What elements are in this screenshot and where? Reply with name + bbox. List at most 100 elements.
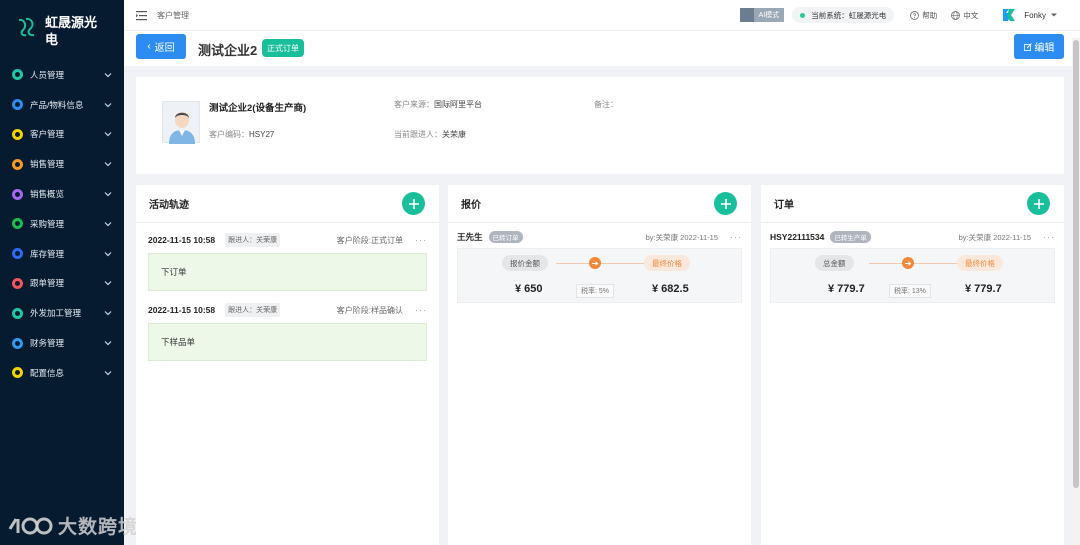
- quote-final-value: ¥ 682.5: [652, 283, 689, 295]
- caret-down-icon: [1051, 13, 1057, 17]
- order-item[interactable]: HSY22111534 已转生产单 by:关荣康 2022-11-15 ··· …: [770, 230, 1055, 303]
- menu-dot-icon: [12, 99, 23, 111]
- plus-icon: [1033, 198, 1044, 209]
- status-badge: 正式订单: [262, 39, 304, 57]
- add-order-button[interactable]: [1027, 192, 1050, 215]
- activity-stage: 客户阶段:样品确认: [336, 305, 403, 315]
- sidebar-item[interactable]: 产品/物料信息: [0, 90, 124, 120]
- quote-item[interactable]: 王先生 已转订单 by:关荣康 2022-11-15 ··· 报价金额 最终价格…: [457, 230, 742, 303]
- sidebar-item-label: 跟单管理: [30, 278, 65, 289]
- ai-mode-toggle[interactable]: AI模式: [739, 8, 785, 22]
- menu-dot-icon: [12, 307, 23, 319]
- language-label: 中文: [963, 10, 979, 20]
- quote-tax-rate: 税率: 5%: [576, 284, 615, 298]
- quote-final-label: 最终价格: [644, 255, 690, 271]
- more-icon[interactable]: ···: [415, 305, 427, 315]
- customer-code-value: HSY27: [249, 130, 275, 139]
- sidebar-item[interactable]: 采购管理: [0, 209, 124, 239]
- breadcrumb[interactable]: 客户管理: [157, 10, 189, 21]
- activity-stage: 客户阶段:正式订单: [336, 235, 403, 245]
- edit-label: 编辑: [1034, 43, 1055, 54]
- customer-code-label: 客户编码：: [209, 130, 249, 139]
- menu-toggle-icon[interactable]: [136, 10, 147, 21]
- quote-amount-label: 报价金额: [502, 255, 548, 271]
- activity-panel-header: 活动轨迹: [136, 185, 439, 223]
- edit-icon: [1023, 42, 1032, 51]
- sidebar-item-label: 财务管理: [30, 338, 65, 349]
- customer-source-value: 国际阿里平台: [434, 100, 482, 109]
- activity-item[interactable]: 2022-11-15 10:58 跟进人：关荣康 客户阶段:正式订单 ··· 下…: [148, 232, 427, 291]
- sidebar-item[interactable]: 外发加工管理: [0, 298, 124, 328]
- quote-meta: by:关荣康 2022-11-15: [645, 232, 718, 242]
- customer-owner-label: 当前跟进人：: [394, 130, 442, 139]
- back-button[interactable]: ‹ 返回: [136, 34, 186, 59]
- sidebar: 虹晟源光电 人员管理 产品/物料信息 客户管理 销售管理 销售概览 采购管理 库存管理 跟单管…: [0, 0, 124, 545]
- sidebar-item[interactable]: 客户管理: [0, 120, 124, 150]
- add-quote-button[interactable]: [714, 192, 737, 215]
- back-label: 返回: [154, 43, 175, 54]
- sidebar-item[interactable]: 库存管理: [0, 239, 124, 269]
- menu-dot-icon: [12, 188, 23, 200]
- activity-content: 下订单: [148, 253, 427, 291]
- sidebar-item-label: 采购管理: [30, 218, 65, 229]
- chevron-down-icon: [104, 102, 112, 108]
- ai-mode-switch[interactable]: [739, 8, 754, 22]
- page-title: 测试企业2: [198, 43, 258, 58]
- menu-dot-icon: [12, 337, 23, 349]
- quote-amount-value: ¥ 650: [515, 283, 543, 295]
- scrollbar-thumb[interactable]: [1073, 40, 1079, 488]
- more-icon[interactable]: ···: [415, 235, 427, 245]
- chevron-left-icon: ‹: [147, 41, 151, 52]
- more-icon[interactable]: ···: [1043, 232, 1055, 242]
- order-panel-title: 订单: [774, 200, 794, 211]
- quote-status-badge: 已转订单: [488, 231, 523, 243]
- help-link[interactable]: 帮助: [910, 10, 937, 21]
- user-name: Fonky: [1024, 10, 1046, 20]
- activity-time: 2022-11-15 10:58: [148, 305, 216, 315]
- language-switch[interactable]: 中文: [951, 10, 978, 21]
- chevron-down-icon: [104, 221, 112, 227]
- order-total-label: 总金额: [815, 255, 854, 271]
- sidebar-item-label: 人员管理: [30, 69, 65, 80]
- order-total-value: ¥ 779.7: [828, 283, 865, 295]
- quote-panel-header: 报价: [448, 185, 751, 223]
- quote-panel: 报价 王先生 已转订单 by:关荣康 2022-11-15 ··· 报价金额 最…: [448, 185, 751, 545]
- status-dot-icon: [800, 12, 806, 18]
- customer-name: 测试企业2(设备生产商): [209, 103, 307, 114]
- scrollbar[interactable]: [1072, 38, 1080, 545]
- sidebar-item[interactable]: 销售管理: [0, 149, 124, 179]
- menu-dot-icon: [12, 277, 23, 289]
- edit-button[interactable]: 编辑: [1014, 34, 1064, 59]
- chevron-down-icon: [104, 370, 112, 376]
- user-logo-icon: [1003, 9, 1016, 21]
- top-bar: 客户管理 AI模式 当前系统：虹晟源光电 帮助 中文 Fonky: [124, 0, 1080, 30]
- menu-dot-icon: [12, 248, 23, 260]
- more-icon[interactable]: ···: [730, 232, 742, 242]
- sidebar-item-label: 外发加工管理: [30, 308, 82, 319]
- ai-mode-label: AI模式: [753, 8, 785, 22]
- quote-contact: 王先生: [457, 232, 483, 242]
- sidebar-item[interactable]: 人员管理: [0, 60, 124, 90]
- order-final-label: 最终价格: [957, 255, 1003, 271]
- avatar: [162, 101, 200, 144]
- chevron-down-icon: [104, 251, 112, 257]
- order-meta: by:关荣康 2022-11-15: [958, 232, 1031, 242]
- globe-icon: [951, 10, 961, 20]
- sidebar-item-label: 客户管理: [30, 129, 65, 140]
- system-indicator[interactable]: 当前系统：虹晟源光电: [792, 7, 895, 23]
- sidebar-item-label: 配置信息: [30, 367, 65, 378]
- sidebar-item[interactable]: 销售概览: [0, 179, 124, 209]
- activity-follower: 跟进人：关荣康: [225, 233, 281, 247]
- customer-source: 客户来源：国际阿里平台: [394, 99, 482, 110]
- add-activity-button[interactable]: [402, 192, 425, 215]
- customer-code: 客户编码：HSY27: [209, 129, 274, 140]
- sidebar-item[interactable]: 财务管理: [0, 328, 124, 358]
- sidebar-item[interactable]: 配置信息: [0, 358, 124, 388]
- activity-content: 下样品单: [148, 323, 427, 361]
- quote-panel-title: 报价: [461, 200, 481, 211]
- user-menu[interactable]: Fonky: [1002, 8, 1058, 22]
- activity-item[interactable]: 2022-11-15 10:58 跟进人：关荣康 客户阶段:样品确认 ··· 下…: [148, 302, 427, 361]
- sidebar-item[interactable]: 跟单管理: [0, 269, 124, 299]
- flow-line: [556, 263, 646, 264]
- activity-follower: 跟进人：关荣康: [225, 303, 281, 317]
